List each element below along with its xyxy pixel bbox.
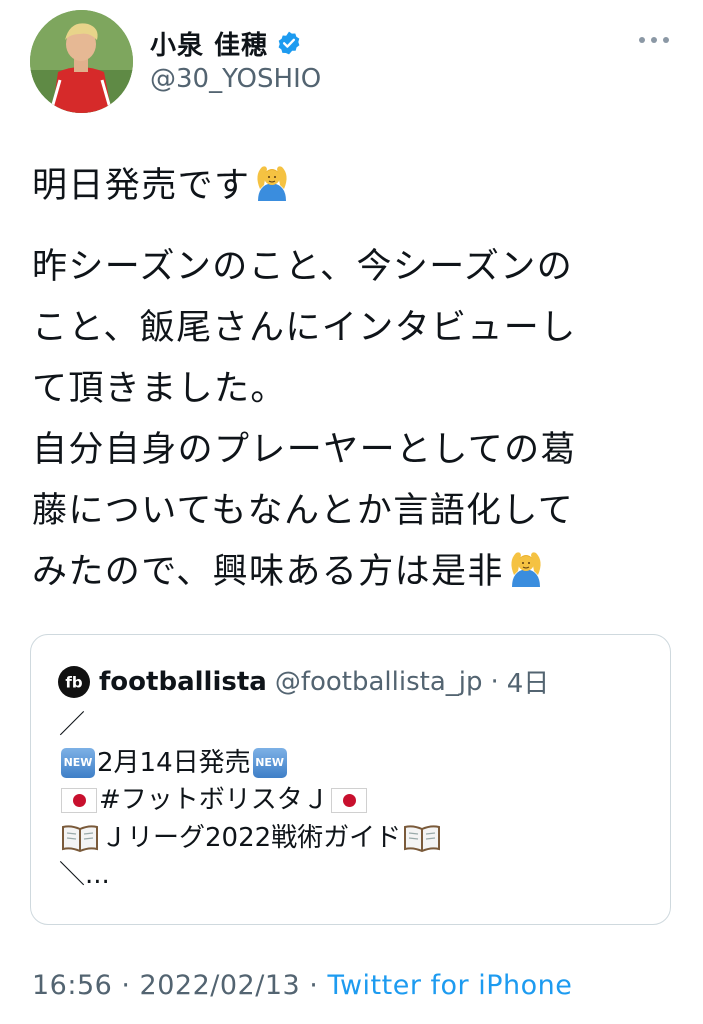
open-book-icon [404, 825, 441, 853]
quoted-author-handle[interactable]: @footballista_jp [275, 667, 483, 697]
tweet-line: 自分自身のプレーヤーとしての葛 [32, 430, 577, 470]
tweet-line: 藤についてもなんとか言語化して [32, 491, 575, 531]
separator-dot: · [490, 666, 499, 697]
quoted-author-name[interactable]: footballista [99, 667, 267, 697]
author-name-row[interactable]: 小泉 佳穂 [150, 24, 302, 62]
quoted-line: NEW 2月14日発売 NEW [59, 745, 443, 783]
tweet-line: みたので、興味ある方は是非 [32, 542, 672, 603]
tweet-line: て頂きました。 [32, 369, 287, 409]
more-options-icon[interactable] [639, 28, 669, 52]
tweet-line: こと、飯尾さんにインタビューし [32, 308, 577, 348]
tweet-timestamp[interactable]: 16:56 · 2022/02/13 · [32, 970, 327, 1001]
new-badge-icon: NEW [61, 748, 95, 779]
verified-badge-icon [278, 31, 300, 55]
tweet-line: 昨シーズンのこと、今シーズンの [32, 247, 574, 287]
quoted-line: ＼... [59, 857, 443, 895]
tweet-line: 明日発売です [32, 156, 672, 217]
author-display-name[interactable]: 小泉 佳穂 [150, 25, 268, 62]
japan-flag-icon [61, 788, 97, 814]
quoted-line: Ｊリーグ2022戦術ガイド [59, 820, 443, 858]
avatar[interactable] [30, 10, 133, 113]
open-book-icon [62, 825, 98, 853]
more-dot-icon [639, 37, 645, 43]
japan-flag-icon [330, 788, 367, 814]
quoted-line-text: Ｊリーグ2022戦術ガイド [101, 822, 402, 853]
quoted-tweet-text: ／ NEW 2月14日発売 NEW #フットボリスタＪ Ｊリーグ2022戦術ガイ… [59, 707, 443, 895]
person-gesturing-ok-icon [257, 166, 287, 201]
tweet-source-link[interactable]: Twitter for iPhone [327, 970, 572, 1001]
avatar-photo [30, 10, 133, 113]
more-dot-icon [663, 37, 669, 43]
tweet-line-text: 明日発売です [32, 166, 251, 206]
more-dot-icon [651, 37, 657, 43]
tweet-text: 明日発売です 昨シーズンのこと、今シーズンの こと、飯尾さんにインタビューし て… [32, 156, 672, 603]
person-gesturing-ok-icon [511, 552, 541, 587]
quoted-line: ／ [59, 707, 443, 745]
tweet-line-text: みたので、興味ある方は是非 [32, 552, 504, 592]
quoted-tweet-header: fb footballista @footballista_jp · 4日 [57, 663, 549, 700]
quoted-line: #フットボリスタＪ [59, 782, 443, 820]
quoted-tweet-time[interactable]: 4日 [507, 663, 550, 700]
tweet-meta: 16:56 · 2022/02/13 · Twitter for iPhone [32, 970, 572, 1001]
quoted-tweet-card[interactable]: fb footballista @footballista_jp · 4日 ／ … [30, 634, 671, 925]
quoted-line-text: ／ [59, 710, 86, 740]
quoted-line-text: #フットボリスタＪ [99, 785, 329, 815]
new-badge-icon: NEW [252, 748, 287, 779]
quoted-line-text: ＼... [59, 860, 110, 890]
svg-text:fb: fb [65, 673, 83, 691]
author-handle[interactable]: @30_YOSHIO [150, 64, 321, 94]
quoted-line-text: 2月14日発売 [97, 747, 251, 778]
footballista-logo-icon[interactable]: fb [57, 665, 91, 699]
